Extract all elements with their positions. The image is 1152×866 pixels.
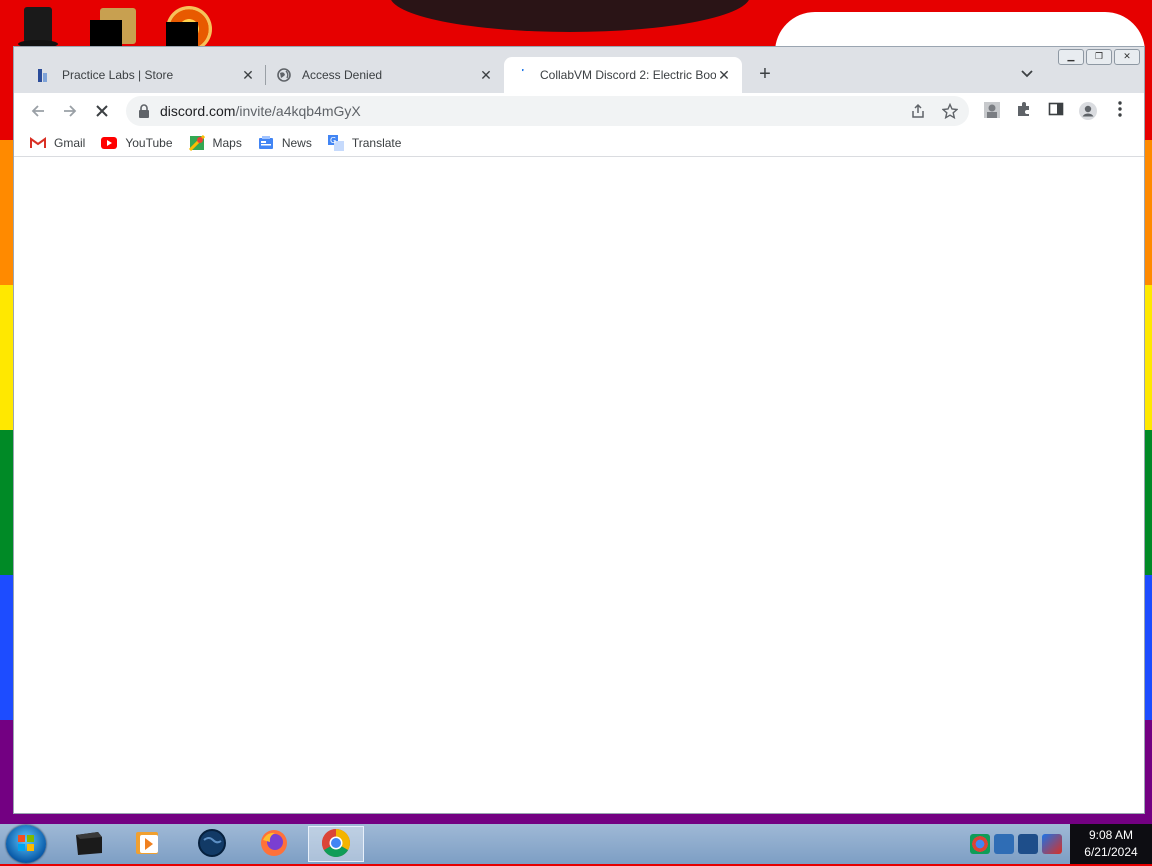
tray-app-icon[interactable] (1042, 834, 1062, 854)
translate-icon: G (327, 134, 344, 151)
clock-time: 9:08 AM (1088, 828, 1134, 842)
bookmark-news[interactable]: News (258, 135, 312, 151)
profile-avatar-icon[interactable] (1078, 101, 1098, 121)
media-player-icon (134, 829, 162, 860)
black-box-icon (72, 829, 104, 860)
tab-title: Practice Labs | Store (62, 68, 174, 82)
forward-arrow-icon[interactable] (56, 97, 84, 125)
lock-icon[interactable] (138, 104, 150, 118)
youtube-icon (101, 135, 118, 151)
bookmark-youtube[interactable]: YouTube (101, 135, 173, 151)
taskbar-app-media-player[interactable] (120, 826, 176, 862)
system-tray (966, 824, 1074, 864)
close-icon[interactable]: ✕ (478, 67, 494, 84)
practice-labs-icon (36, 67, 52, 83)
tab-collabvm-discord[interactable]: CollabVM Discord 2: Electric Boo ✕ (504, 57, 742, 93)
bookmark-maps[interactable]: Maps (188, 134, 242, 151)
extensions-puzzle-icon[interactable] (1014, 101, 1034, 121)
share-icon[interactable] (908, 103, 928, 123)
clock-date: 6/21/2024 (1084, 845, 1138, 859)
page-content[interactable] (14, 158, 1144, 813)
loading-icon (514, 67, 530, 83)
dark-globe-icon (197, 828, 227, 861)
desktop-wallpaper-shape (390, 0, 750, 32)
taskbar-app-globe[interactable] (184, 826, 240, 862)
side-panel-icon[interactable] (1046, 101, 1066, 121)
menu-kebab-icon[interactable] (1110, 101, 1130, 121)
bookmarks-bar: Gmail YouTube Maps News G Translate (14, 129, 1144, 157)
tab-strip: Practice Labs | Store ✕ Access Denied ✕ … (14, 47, 1144, 93)
tray-monitor-icon[interactable] (1018, 834, 1038, 854)
window-controls: ▁ ❐ ✕ (1058, 49, 1140, 65)
stop-loading-button[interactable] (88, 97, 116, 125)
tab-title: Access Denied (302, 68, 383, 82)
taskbar-app-firefox[interactable] (246, 826, 302, 862)
minimize-button[interactable]: ▁ (1058, 49, 1084, 65)
tray-chrome-icon[interactable] (970, 834, 990, 854)
firefox-icon (259, 828, 289, 861)
back-arrow-icon[interactable] (24, 97, 52, 125)
extension-avatar-icon[interactable] (982, 101, 1002, 121)
news-icon (258, 135, 274, 151)
close-icon[interactable]: ✕ (716, 67, 732, 84)
address-bar[interactable]: discord.com/invite/a4kqb4mGyX (126, 96, 969, 126)
taskbar: 9:08 AM 6/21/2024 (0, 824, 1152, 864)
taskbar-clock[interactable]: 9:08 AM 6/21/2024 (1070, 824, 1152, 864)
close-window-button[interactable]: ✕ (1114, 49, 1140, 65)
tab-practice-labs[interactable]: Practice Labs | Store ✕ (26, 57, 266, 93)
tray-network-icon[interactable] (994, 834, 1014, 854)
gmail-icon (30, 135, 46, 151)
chrome-icon (320, 827, 352, 862)
browser-window: Practice Labs | Store ✕ Access Denied ✕ … (13, 46, 1145, 814)
globe-icon (276, 67, 292, 83)
bookmark-gmail[interactable]: Gmail (30, 135, 85, 151)
tab-access-denied[interactable]: Access Denied ✕ (266, 57, 504, 93)
taskbar-app-chrome[interactable] (308, 826, 364, 862)
svg-text:G: G (330, 136, 336, 145)
close-icon[interactable]: ✕ (240, 67, 256, 84)
desktop-icon-hat[interactable] (18, 6, 58, 48)
bookmark-translate[interactable]: G Translate (327, 134, 401, 151)
tab-title: CollabVM Discord 2: Electric Boo (540, 68, 716, 82)
url-text: discord.com/invite/a4kqb4mGyX (160, 103, 361, 119)
maps-icon (188, 134, 205, 151)
bookmark-star-icon[interactable] (940, 102, 960, 123)
tab-search-chevron-icon[interactable] (1016, 61, 1038, 87)
new-tab-button[interactable]: + (752, 61, 778, 87)
restore-button[interactable]: ❐ (1086, 49, 1112, 65)
start-button[interactable] (6, 825, 46, 863)
taskbar-app-terminal[interactable] (60, 826, 116, 862)
browser-toolbar: discord.com/invite/a4kqb4mGyX (14, 93, 1144, 129)
